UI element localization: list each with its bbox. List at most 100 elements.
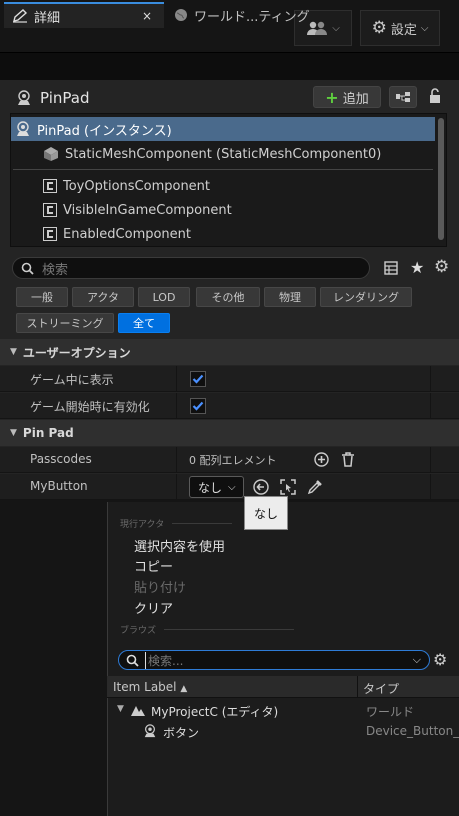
gear-icon[interactable]: ⚙ xyxy=(434,257,449,277)
add-element-icon[interactable] xyxy=(314,452,329,467)
tree-item-visibleingame[interactable]: VisibleInGameComponent xyxy=(11,198,232,222)
add-label: 追加 xyxy=(342,91,369,107)
menu-paste[interactable]: 貼り付け xyxy=(134,577,186,596)
tree-item-staticmesh[interactable]: StaticMeshComponent (StaticMeshComponent… xyxy=(11,142,381,166)
trash-icon[interactable] xyxy=(341,452,355,467)
lock-icon[interactable] xyxy=(428,88,442,104)
star-icon[interactable]: ★ xyxy=(410,258,424,277)
tree-item-instance[interactable]: PinPad (インスタンス) xyxy=(11,117,435,141)
passcodes-value: 0 配列エレメント xyxy=(189,454,277,467)
tab-details[interactable]: 詳細 × xyxy=(4,2,164,28)
mybutton-dropdown[interactable]: なし ⌵ xyxy=(189,476,244,498)
tree-item-label: VisibleInGameComponent xyxy=(63,202,232,218)
tooltip: なし xyxy=(244,496,288,530)
filter-all[interactable]: 全て xyxy=(118,313,170,333)
tree-item-label: EnabledComponent xyxy=(63,226,192,242)
column-divider xyxy=(357,676,358,698)
filter-actor[interactable]: アクタ xyxy=(72,287,134,307)
prop-label: MyButton xyxy=(30,479,88,493)
menu-copy[interactable]: コピー xyxy=(134,556,173,575)
gear-icon[interactable]: ⚙ xyxy=(433,650,447,669)
chevron-down-icon: ⌵ xyxy=(420,22,429,34)
category-pin-pad[interactable]: ▼ Pin Pad xyxy=(0,420,459,446)
menu-section-current: 現行アクタ xyxy=(120,517,233,530)
tab-label: ワールド...ティング xyxy=(194,9,310,25)
row-type: ワールド xyxy=(366,705,415,719)
chevron-down-icon: ▼ xyxy=(10,347,17,357)
row-type: Device_Button_V xyxy=(366,724,459,738)
search-icon xyxy=(21,262,34,275)
details-search-input[interactable]: 検索 xyxy=(12,257,370,279)
filter-streaming[interactable]: ストリーミング xyxy=(16,313,114,333)
chip-label: アクタ xyxy=(86,291,119,304)
use-selected-icon[interactable] xyxy=(253,479,269,495)
visible-in-game-checkbox[interactable] xyxy=(190,371,206,387)
settings-button[interactable]: ⚙ 設定 ⌵ xyxy=(360,10,440,46)
plus-icon: + xyxy=(325,87,339,107)
tab-bar xyxy=(0,52,459,80)
chevron-down-icon: ▼ xyxy=(10,428,17,438)
enabled-on-start-checkbox[interactable] xyxy=(190,398,206,414)
filter-other[interactable]: その他 xyxy=(196,287,260,307)
table-view-icon[interactable] xyxy=(384,261,398,275)
chip-label: LOD xyxy=(152,290,176,304)
tab-world-settings[interactable]: ワールド...ティング xyxy=(166,2,326,28)
chip-label: その他 xyxy=(211,291,245,304)
prop-label: ゲーム開始時に有効化 xyxy=(30,400,150,414)
column-label: Item Label xyxy=(113,680,177,694)
section-label: ブラウズ xyxy=(120,626,157,636)
chip-label: レンダリング xyxy=(333,291,399,304)
component-icon xyxy=(43,227,57,241)
row-label: ボタン xyxy=(163,726,200,740)
blueprint-icon xyxy=(395,91,411,103)
tree-item-label: ToyOptionsComponent xyxy=(63,178,211,194)
chevron-down-icon[interactable]: ⌵ xyxy=(413,653,421,667)
sort-ascending-icon: ▲ xyxy=(180,684,188,694)
settings-label: 設定 xyxy=(390,22,417,38)
close-icon[interactable]: × xyxy=(142,9,152,23)
menu-use-selected[interactable]: 選択内容を使用 xyxy=(134,536,225,555)
blueprint-button[interactable] xyxy=(389,86,417,108)
tooltip-text: なし xyxy=(253,506,278,521)
tab-label: 詳細 xyxy=(34,10,61,26)
filter-general[interactable]: 一般 xyxy=(16,287,68,307)
tree-item-toyoptions[interactable]: ToyOptionsComponent xyxy=(11,174,210,198)
column-type[interactable]: タイプ xyxy=(363,680,399,697)
picker-row-world[interactable]: ▼ MyProjectC (エディタ) ワールド xyxy=(107,700,459,722)
globe-icon xyxy=(174,8,188,22)
column-item-label[interactable]: Item Label ▲ xyxy=(113,680,187,694)
tree-scrollbar[interactable] xyxy=(438,118,444,240)
menu-clear[interactable]: クリア xyxy=(134,598,173,617)
prop-label: ゲーム中に表示 xyxy=(30,373,114,387)
tree-item-enabled[interactable]: EnabledComponent xyxy=(11,222,191,246)
tree-divider xyxy=(13,169,433,170)
prop-row-passcodes: Passcodes 0 配列エレメント xyxy=(0,447,459,473)
chevron-down-icon[interactable]: ▼ xyxy=(117,704,124,714)
actor-title: PinPad xyxy=(40,89,90,107)
category-label: Pin Pad xyxy=(22,426,74,440)
filter-physics[interactable]: 物理 xyxy=(264,287,316,307)
component-icon xyxy=(43,203,57,217)
picker-column-header: Item Label ▲ タイプ xyxy=(107,676,459,698)
eyedropper-icon[interactable] xyxy=(307,479,323,495)
browse-icon[interactable] xyxy=(280,479,296,495)
filter-lod[interactable]: LOD xyxy=(138,287,190,307)
chevron-down-icon: ⌵ xyxy=(228,481,236,493)
search-placeholder: 検索 xyxy=(42,262,69,278)
cube-icon xyxy=(43,146,59,162)
actor-icon xyxy=(16,90,32,106)
category-user-options[interactable]: ▼ ユーザーオプション xyxy=(0,339,459,365)
picker-row-button[interactable]: ボタン Device_Button_V xyxy=(107,721,459,743)
actor-icon xyxy=(143,724,157,738)
chip-label: ストリーミング xyxy=(26,317,104,330)
chip-label: 物理 xyxy=(279,291,301,304)
add-component-button[interactable]: + 追加 xyxy=(313,86,381,108)
pencil-icon xyxy=(12,9,28,23)
tree-item-label: StaticMeshComponent (StaticMeshComponent… xyxy=(65,146,382,162)
filter-rendering[interactable]: レンダリング xyxy=(320,287,412,307)
section-label: 現行アクタ xyxy=(120,520,165,530)
search-icon xyxy=(126,654,139,667)
menu-search-input[interactable]: 検索... ⌵ xyxy=(118,650,430,670)
world-icon xyxy=(131,704,145,716)
search-placeholder: 検索... xyxy=(145,651,183,669)
